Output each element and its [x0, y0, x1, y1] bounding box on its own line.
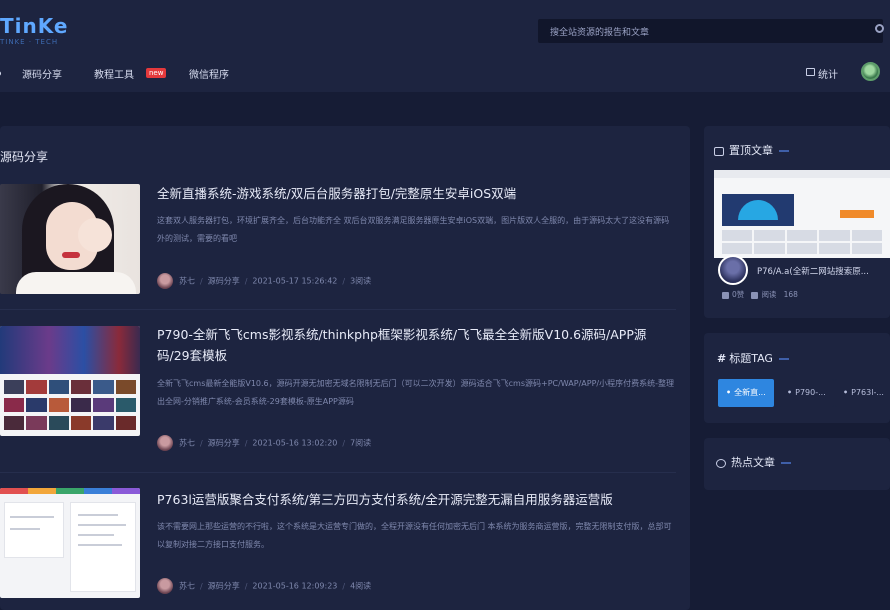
stats-link[interactable]: 统计	[818, 66, 838, 81]
post-author[interactable]: 苏七	[179, 582, 195, 591]
author-avatar[interactable]	[157, 435, 173, 451]
top-articles-heading: 置顶文章	[714, 142, 789, 158]
post-date: 2021-05-17 15:26:42	[252, 276, 338, 286]
search-input[interactable]: 搜全站资源的报告和文章	[550, 25, 649, 38]
search-bar[interactable]: 搜全站资源的报告和文章	[538, 19, 884, 43]
search-icon[interactable]	[875, 24, 884, 33]
user-avatar[interactable]	[861, 62, 880, 81]
nav-item-tutorial-tools[interactable]: 教程工具	[94, 66, 134, 81]
nav-item-source-share[interactable]: 源码分享	[22, 66, 62, 81]
divider	[0, 309, 676, 310]
logo-subtitle: TINKE · TECH	[0, 38, 59, 46]
post-thumbnail[interactable]	[0, 488, 140, 598]
post-title[interactable]: P790-全新飞飞cms影视系统/thinkphp框架影视系统/飞飞最全全新版V…	[157, 324, 677, 366]
post-title[interactable]: P763l运营版聚合支付系统/第三方四方支付系统/全开源完整无漏自用服务器运营版	[157, 489, 677, 510]
post-reads: 3阅读	[350, 276, 372, 286]
post-meta: 苏七 / 源码分享/2021-05-16 13:02:20/7阅读	[157, 435, 371, 451]
like-icon	[722, 291, 729, 299]
post-meta: 苏七 / 源码分享/2021-05-16 12:09:23/4阅读	[157, 578, 371, 594]
post-title[interactable]: 全新直播系统-游戏系统/双后台服务器打包/完整原生安卓iOS双端	[157, 183, 677, 204]
site-logo[interactable]: TinKe	[0, 14, 68, 38]
post-category[interactable]: 源码分享	[208, 582, 240, 591]
post-reads: 4阅读	[350, 581, 372, 591]
post-category[interactable]: 源码分享	[208, 277, 240, 286]
divider	[0, 472, 676, 473]
post-description: 该不需要网上那些运营的不行啦，这个系统是大运营专门做的，全程开源没有任何加密无后…	[157, 522, 672, 549]
tags-card	[704, 333, 890, 423]
post-date: 2021-05-16 12:09:23	[252, 581, 338, 591]
post-meta: 苏七 / 源码分享/2021-05-17 15:26:42/3阅读	[157, 273, 371, 289]
tags-heading: # 标题TAG	[717, 350, 789, 366]
post-thumbnail[interactable]	[0, 326, 140, 436]
tag-item[interactable]: • P763l-...	[835, 379, 890, 407]
post-description: 全新飞飞cms最新全能版V10.6，源码开源无加密无域名限制无后门（可以二次开发…	[157, 379, 674, 406]
top-article-thumbnail[interactable]	[714, 170, 890, 258]
eye-icon	[751, 291, 759, 299]
hot-icon	[716, 458, 726, 468]
hot-articles-heading: 热点文章	[716, 454, 791, 470]
section-title: 源码分享	[0, 150, 49, 164]
post-date: 2021-05-16 13:02:20	[252, 438, 338, 448]
stats-icon[interactable]	[806, 68, 815, 76]
author-avatar[interactable]	[157, 578, 173, 594]
post-category[interactable]: 源码分享	[208, 439, 240, 448]
post-author[interactable]: 苏七	[179, 277, 195, 286]
nav-item-wechat-app[interactable]: 微信程序	[189, 66, 229, 81]
top-article-meta: 0赞 阅读 168	[722, 289, 798, 300]
tag-item[interactable]: • 全新直...	[718, 379, 774, 407]
tag-item[interactable]: • P790-...	[779, 379, 834, 407]
article-icon	[714, 146, 724, 156]
post-author[interactable]: 苏七	[179, 439, 195, 448]
post-description: 这套双人服务器打包，环境扩展齐全，后台功能齐全 双后台双服务满足服务器原生安卓i…	[157, 216, 670, 243]
top-article-avatar[interactable]	[718, 255, 748, 285]
post-reads: 7阅读	[350, 438, 372, 448]
author-avatar[interactable]	[157, 273, 173, 289]
top-article-title[interactable]: P76/A.a(全新二网站搜索原...	[757, 265, 890, 277]
new-badge: new	[146, 68, 167, 78]
post-thumbnail[interactable]	[0, 184, 140, 294]
